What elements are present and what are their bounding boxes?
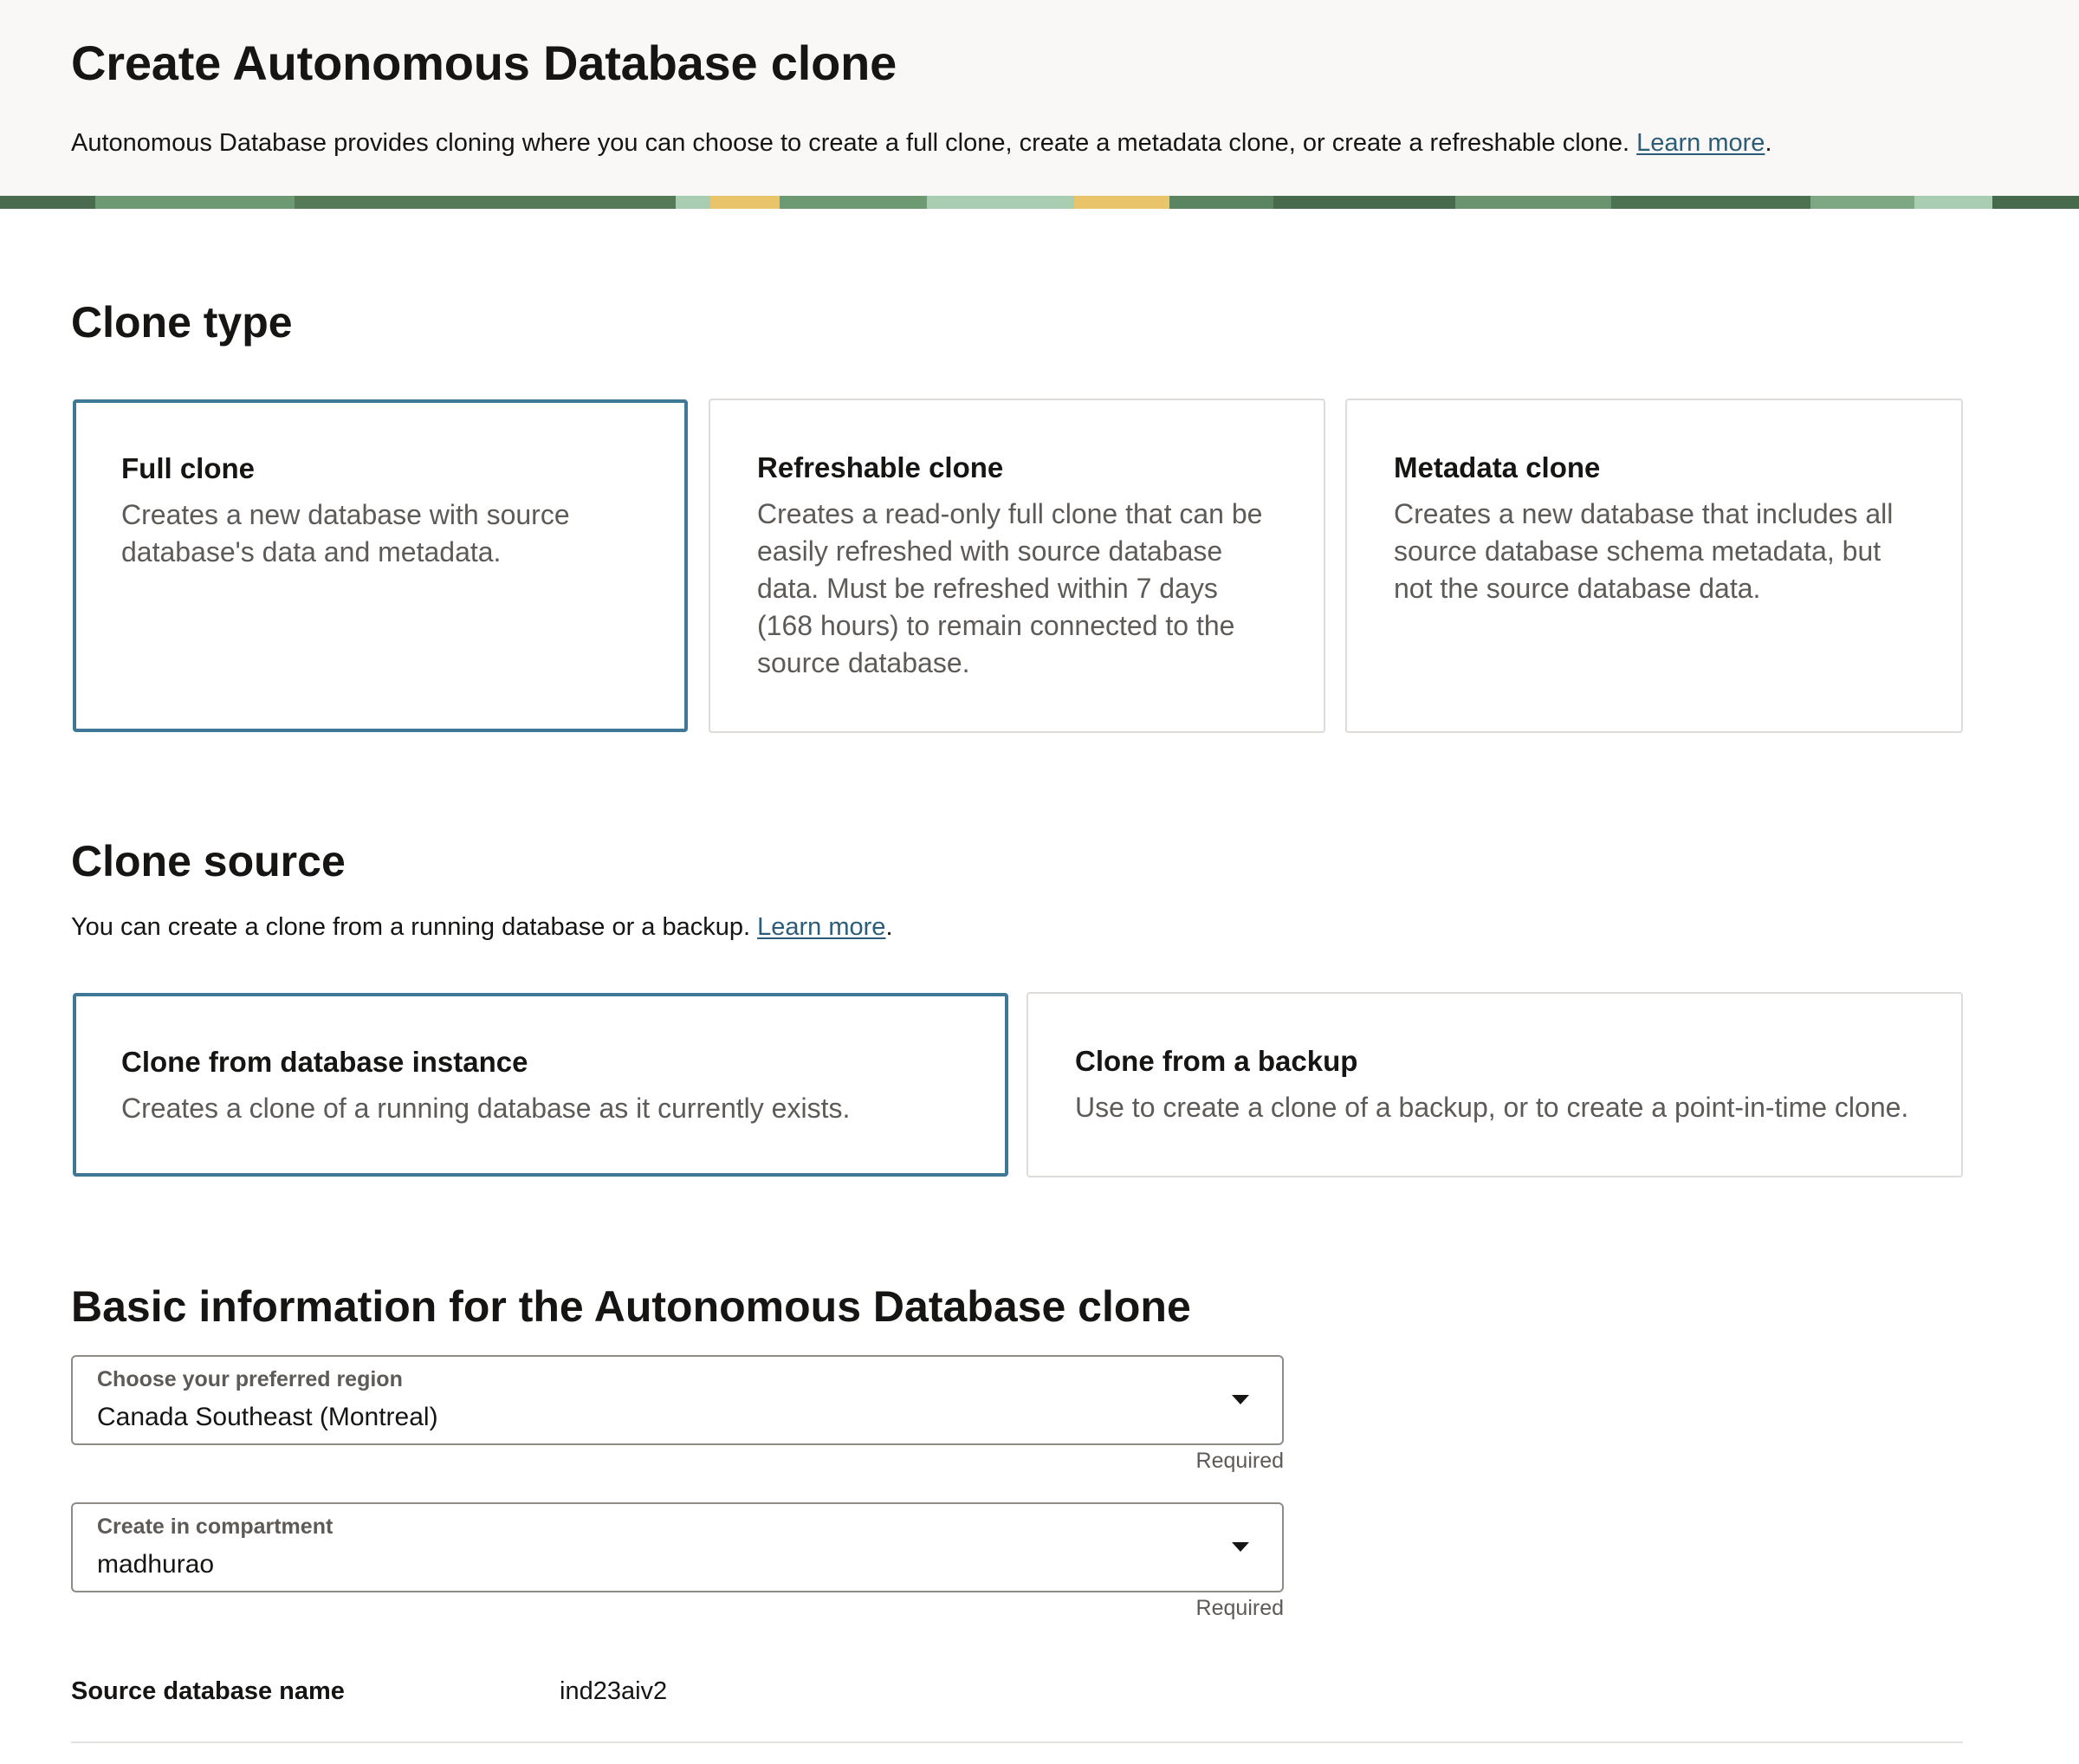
card-title: Clone from database instance [121,1046,528,1078]
card-description: Creates a new database that includes all… [1394,498,1894,604]
card-description: Creates a read-only full clone that can … [757,498,1263,678]
clone-type-refreshable-card[interactable]: Refreshable clone Creates a read-only fu… [709,399,1325,733]
region-required-hint: Required [1195,1449,1284,1473]
clone-type-heading: Clone type [71,298,293,347]
card-description: Creates a clone of a running database as… [121,1093,851,1124]
compartment-value: madhurao [97,1550,215,1579]
clone-source-description-text: You can create a clone from a running da… [71,913,751,941]
basic-info-heading: Basic information for the Autonomous Dat… [71,1282,1191,1331]
source-database-name-value: ind23aiv2 [560,1677,668,1705]
card-title: Refreshable clone [757,451,1004,483]
divider [71,1741,1963,1743]
chevron-down-icon[interactable] [1232,1542,1249,1552]
region-select[interactable]: Choose your preferred region Canada Sout… [71,1355,1284,1445]
page-title: Create Autonomous Database clone [71,36,897,90]
learn-more-link[interactable]: Learn more [1636,129,1765,157]
card-description: Use to create a clone of a backup, or to… [1075,1092,1909,1123]
compartment-select[interactable]: Create in compartment madhurao [71,1502,1284,1592]
page-header: Create Autonomous Database clone Autonom… [0,0,2079,196]
clone-source-backup-card[interactable]: Clone from a backup Use to create a clon… [1027,992,1963,1177]
clone-source-description: You can create a clone from a running da… [71,913,893,941]
page-description-text: Autonomous Database provides cloning whe… [71,129,1630,157]
header-banner [0,196,2079,209]
clone-type-full-card[interactable]: Full clone Creates a new database with s… [73,399,688,732]
card-title: Full clone [121,452,256,484]
page-description: Autonomous Database provides cloning whe… [71,129,1772,157]
chevron-down-icon[interactable] [1232,1395,1249,1404]
clone-source-instance-card[interactable]: Clone from database instance Creates a c… [73,993,1008,1177]
card-title: Metadata clone [1394,451,1601,483]
card-description: Creates a new database with source datab… [121,499,570,567]
learn-more-link[interactable]: Learn more [757,913,885,941]
region-label: Choose your preferred region [97,1367,403,1391]
clone-source-heading: Clone source [71,837,346,885]
card-title: Clone from a backup [1075,1045,1358,1077]
compartment-label: Create in compartment [97,1514,334,1539]
source-database-name-label: Source database name [71,1677,345,1705]
compartment-required-hint: Required [1195,1596,1284,1620]
clone-type-metadata-card[interactable]: Metadata clone Creates a new database th… [1345,399,1963,733]
region-value: Canada Southeast (Montreal) [97,1403,438,1431]
